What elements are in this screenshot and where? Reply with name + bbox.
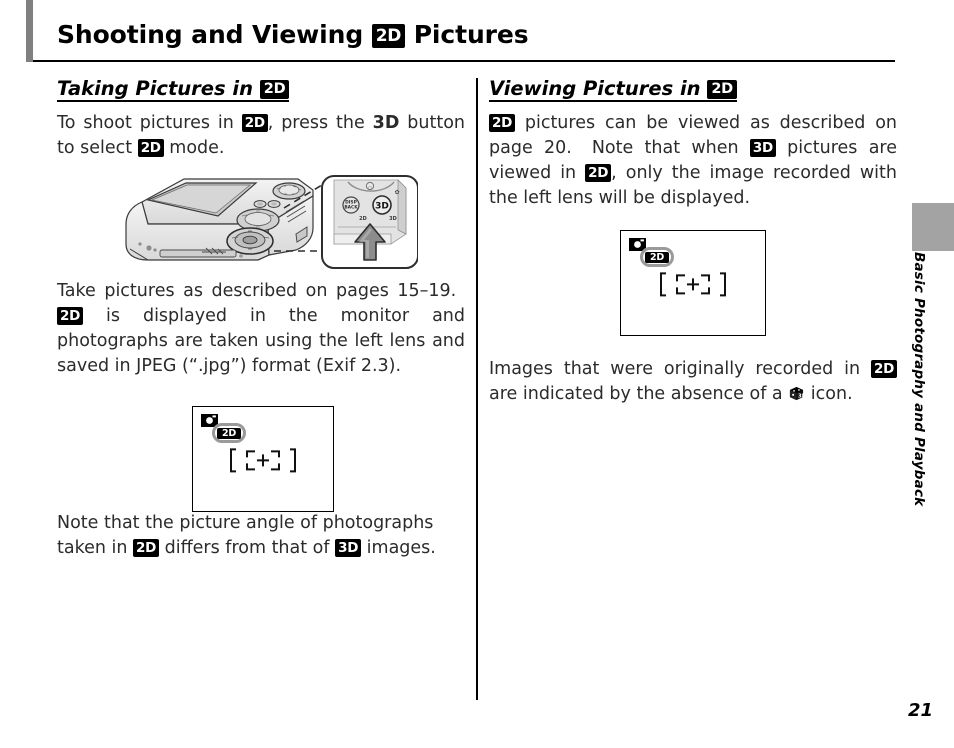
chapter-tab-block: [912, 203, 954, 251]
page-title: Shooting and Viewing 2D Pictures: [57, 22, 529, 48]
page-title-text-2: Pictures: [413, 20, 529, 49]
section-heading-label: Taking Pictures in: [57, 77, 253, 100]
badge-2d: 2D: [371, 24, 406, 48]
bold-3d-label: 3D: [372, 113, 400, 134]
badge-2d: 2D: [489, 114, 515, 133]
camera-back-illustration: ○ DISP BACK 3D ✿ 2D 3D: [108, 172, 419, 280]
text-run: differs from that of: [159, 538, 336, 559]
svg-text:3D: 3D: [389, 216, 397, 222]
text-run: Images that were originally recorded in: [489, 359, 871, 380]
svg-text:BACK: BACK: [344, 205, 358, 211]
monitor-preview-left: 2D: [192, 406, 334, 512]
badge-2d: 2D: [585, 164, 612, 183]
paragraph-shoot-intro: To shoot pictures in 2D, press the 3D bu…: [57, 111, 465, 161]
text-run: is displayed in the monitor and photogra…: [57, 306, 465, 377]
badge-3d: 3D: [335, 539, 362, 558]
badge-2d: 2D: [241, 114, 268, 133]
text-run: icon.: [805, 384, 853, 405]
text-run: To shoot pictures in: [57, 113, 242, 134]
section-heading-label: Viewing Pictures in: [489, 77, 701, 100]
section-heading-underline: Taking Pictures in 2D: [57, 77, 290, 103]
paragraph-take-pictures: Take pictures as described on pages 15–1…: [57, 279, 465, 379]
section-heading-underline: Viewing Pictures in 2D: [489, 77, 737, 103]
chapter-tab-label: Basic Photography and Playback: [911, 252, 927, 507]
manual-page: Shooting and Viewing 2D Pictures Taking …: [0, 0, 954, 748]
page-number: 21: [908, 700, 934, 721]
monitor-2d-badge: 2D: [640, 247, 674, 267]
text-run: are indicated by the absence of a: [489, 384, 789, 405]
paragraph-picture-angle: Note that the picture angle of photograp…: [57, 511, 465, 561]
monitor-2d-badge-label: 2D: [645, 251, 669, 263]
svg-text:2D: 2D: [359, 216, 367, 222]
3d-cube-icon: 3D: [790, 387, 804, 401]
badge-2d: 2D: [707, 80, 737, 99]
focus-frame: [230, 448, 296, 473]
section-heading-taking-pictures: Taking Pictures in 2D: [57, 77, 465, 103]
badge-2d: 2D: [57, 307, 83, 326]
badge-2d: 2D: [259, 80, 290, 99]
badge-2d: 2D: [871, 360, 897, 379]
svg-text:3D: 3D: [375, 202, 389, 212]
badge-2d: 2D: [133, 539, 160, 558]
badge-3d: 3D: [749, 139, 776, 158]
text-run: Take pictures as described on pages 15–1…: [57, 281, 465, 302]
column-divider: [476, 78, 478, 700]
monitor-2d-badge-label: 2D: [217, 427, 241, 439]
svg-text:○: ○: [368, 186, 372, 191]
text-run: mode.: [163, 138, 225, 159]
paragraph-viewing-intro: 2D pictures can be viewed as described o…: [489, 111, 897, 211]
title-accent-bar: [26, 0, 33, 62]
text-run: , press the: [267, 113, 373, 134]
svg-text:✿: ✿: [394, 189, 399, 196]
focus-frame: [660, 272, 726, 297]
paragraph-originally-recorded: Images that were originally recorded in …: [489, 357, 897, 407]
monitor-preview-right: 2D: [620, 230, 766, 336]
svg-text:3D: 3D: [798, 394, 804, 400]
text-run: images.: [361, 538, 436, 559]
badge-2d: 2D: [137, 139, 164, 158]
page-title-text-1: Shooting and Viewing: [57, 20, 364, 49]
section-heading-viewing-pictures: Viewing Pictures in 2D: [489, 77, 897, 103]
monitor-2d-badge: 2D: [212, 423, 246, 443]
title-divider-rule: [33, 60, 895, 62]
